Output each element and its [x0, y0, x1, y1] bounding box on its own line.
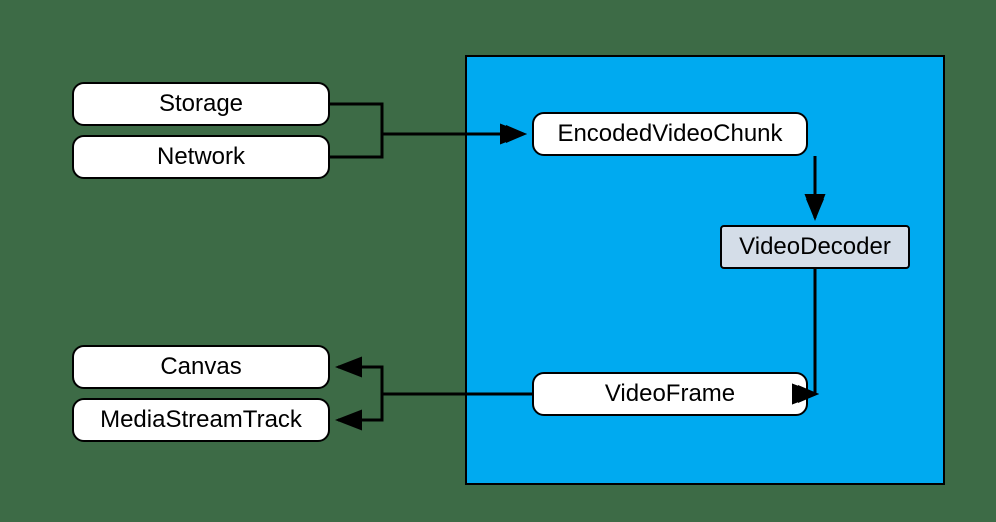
node-video-frame-label: VideoFrame — [605, 380, 735, 408]
node-encoded-video-chunk: EncodedVideoChunk — [532, 112, 808, 156]
edge-frame-to-mst — [338, 394, 382, 420]
node-video-decoder: VideoDecoder — [720, 225, 910, 269]
node-canvas: Canvas — [72, 345, 330, 389]
edge-storage-to-chunk — [330, 104, 382, 134]
edge-storage-out — [330, 104, 382, 134]
node-network: Network — [72, 135, 330, 179]
node-storage: Storage — [72, 82, 330, 126]
edge-frame-to-canvas — [338, 367, 382, 394]
node-media-stream-track-label: MediaStreamTrack — [100, 406, 302, 434]
node-video-frame: VideoFrame — [532, 372, 808, 416]
node-storage-label: Storage — [159, 90, 243, 118]
node-encoded-video-chunk-label: EncodedVideoChunk — [557, 120, 782, 148]
node-video-decoder-label: VideoDecoder — [739, 233, 891, 261]
node-canvas-label: Canvas — [160, 353, 241, 381]
node-network-label: Network — [157, 143, 245, 171]
node-media-stream-track: MediaStreamTrack — [72, 398, 330, 442]
